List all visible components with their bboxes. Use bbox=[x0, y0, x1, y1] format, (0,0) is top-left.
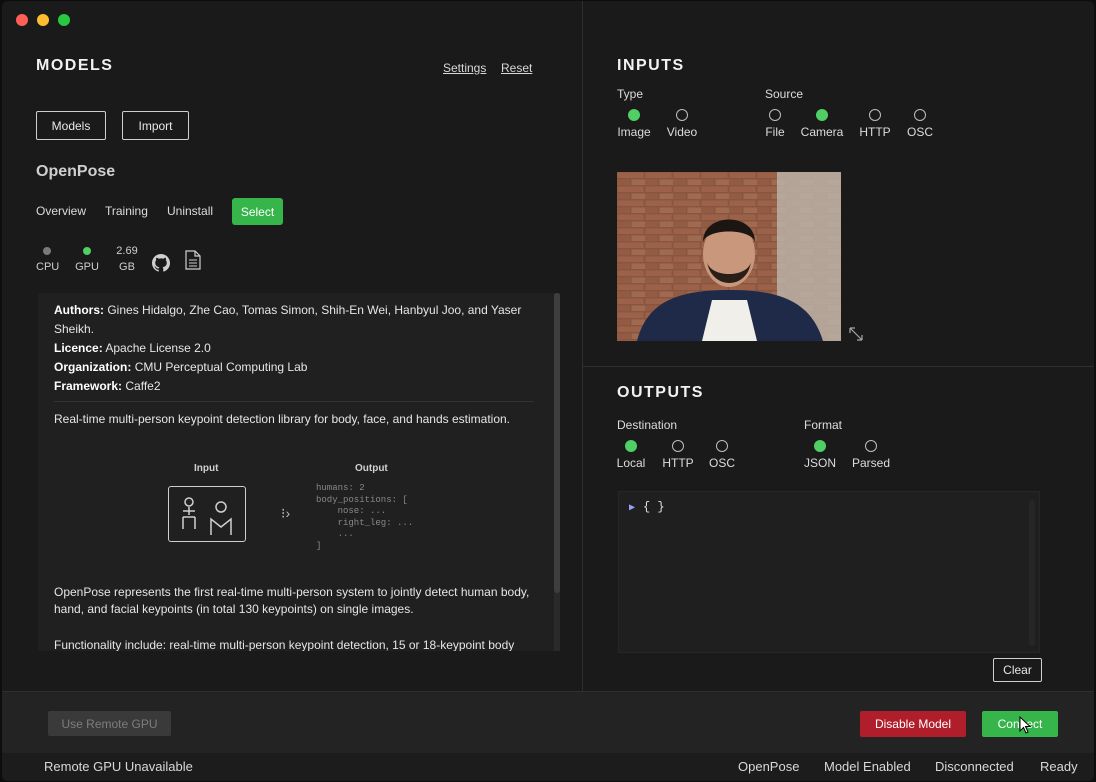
type-label: Type bbox=[617, 87, 644, 101]
organization-value: CMU Perceptual Computing Lab bbox=[134, 360, 308, 374]
tab-training[interactable]: Training bbox=[105, 204, 148, 218]
reset-link[interactable]: Reset bbox=[501, 61, 532, 75]
gpu-status-dot bbox=[83, 247, 91, 255]
radio-source-camera[interactable]: Camera bbox=[798, 109, 846, 139]
diagram-input-label: Input bbox=[194, 463, 219, 474]
tab-uninstall[interactable]: Uninstall bbox=[167, 204, 213, 218]
info-separator bbox=[54, 401, 534, 402]
radio-source-osc[interactable]: OSC bbox=[904, 109, 936, 139]
settings-link[interactable]: Settings bbox=[443, 61, 486, 75]
format-label: Format bbox=[804, 418, 843, 432]
gpu-label: GPU bbox=[75, 261, 99, 273]
people-image-icon bbox=[168, 486, 246, 542]
radio-format-parsed[interactable]: Parsed bbox=[850, 440, 892, 470]
bottom-toolbar: Use Remote GPU Disable Model Connect bbox=[2, 691, 1094, 753]
licence-label: Licence: bbox=[54, 341, 103, 355]
cpu-indicator: CPU bbox=[36, 247, 60, 273]
use-remote-gpu-button[interactable]: Use Remote GPU bbox=[48, 711, 171, 736]
arrow-right-icon: ⁝› bbox=[281, 505, 291, 521]
models-button[interactable]: Models bbox=[36, 111, 106, 140]
model-description: OpenPose represents the first real-time … bbox=[54, 585, 530, 616]
document-icon[interactable] bbox=[185, 250, 201, 270]
status-remote-gpu: Remote GPU Unavailable bbox=[44, 759, 193, 774]
radio-destination-http[interactable]: HTTP bbox=[659, 440, 697, 470]
import-button[interactable]: Import bbox=[122, 111, 189, 140]
mouse-cursor-icon bbox=[1019, 716, 1031, 734]
select-model-button[interactable]: Select bbox=[232, 198, 283, 225]
camera-preview bbox=[617, 172, 841, 341]
cpu-label: CPU bbox=[36, 261, 60, 273]
close-window-button[interactable] bbox=[16, 14, 28, 26]
disable-model-button[interactable]: Disable Model bbox=[860, 711, 966, 737]
diagram-output-code: humans: 2 body_positions: [ nose: ... ri… bbox=[316, 483, 414, 551]
radio-type-video[interactable]: Video bbox=[662, 109, 702, 139]
licence-value: Apache License 2.0 bbox=[105, 341, 211, 355]
info-scrollbar[interactable] bbox=[554, 293, 560, 651]
tab-overview[interactable]: Overview bbox=[36, 204, 86, 218]
status-bar: Remote GPU Unavailable OpenPose Model En… bbox=[2, 753, 1094, 781]
model-size: 2.69 GB bbox=[113, 243, 141, 275]
model-name: OpenPose bbox=[36, 163, 116, 180]
destination-label: Destination bbox=[617, 418, 678, 432]
models-title: MODELS bbox=[36, 57, 114, 74]
json-scrollbar[interactable] bbox=[1029, 500, 1035, 646]
radio-destination-local[interactable]: Local bbox=[614, 440, 648, 470]
size-value: 2.69 bbox=[116, 245, 138, 257]
expand-arrow-icon[interactable]: ▶ bbox=[629, 503, 635, 514]
app-window: MODELS Settings Reset Models Import Open… bbox=[2, 1, 1094, 781]
framework-value: Caffe2 bbox=[125, 379, 161, 393]
window-controls bbox=[16, 14, 70, 26]
radio-destination-osc[interactable]: OSC bbox=[706, 440, 738, 470]
json-root-node[interactable]: ▶ { } bbox=[629, 500, 665, 514]
inputs-title: INPUTS bbox=[617, 57, 685, 74]
status-connection: Disconnected bbox=[935, 759, 1014, 774]
json-output-viewer[interactable]: ▶ { } bbox=[618, 491, 1040, 653]
minimize-window-button[interactable] bbox=[37, 14, 49, 26]
model-info-panel[interactable]: Authors: Gines Hidalgo, Zhe Cao, Tomas S… bbox=[38, 293, 560, 651]
model-functionality: Functionality include: real-time multi-p… bbox=[54, 638, 515, 651]
expand-icon[interactable] bbox=[848, 326, 864, 342]
authors-value: Gines Hidalgo, Zhe Cao, Tomas Simon, Shi… bbox=[54, 303, 522, 336]
source-label: Source bbox=[765, 87, 804, 101]
size-unit: GB bbox=[119, 261, 135, 273]
diagram-output-label: Output bbox=[355, 463, 388, 474]
radio-source-http[interactable]: HTTP bbox=[856, 109, 894, 139]
zoom-window-button[interactable] bbox=[58, 14, 70, 26]
json-preview: { } bbox=[643, 500, 665, 514]
model-summary: Real-time multi-person keypoint detectio… bbox=[54, 412, 511, 426]
status-model-state: Model Enabled bbox=[824, 759, 911, 774]
framework-label: Framework: bbox=[54, 379, 123, 393]
right-panel-divider bbox=[583, 366, 1094, 367]
cpu-status-dot bbox=[43, 247, 51, 255]
gpu-indicator: GPU bbox=[75, 247, 99, 273]
organization-label: Organization: bbox=[54, 360, 132, 374]
model-metadata: Authors: Gines Hidalgo, Zhe Cao, Tomas S… bbox=[54, 301, 534, 396]
authors-label: Authors: bbox=[54, 303, 104, 317]
radio-format-json[interactable]: JSON bbox=[802, 440, 838, 470]
panel-divider bbox=[582, 1, 583, 691]
github-icon[interactable] bbox=[152, 254, 170, 272]
status-ready: Ready bbox=[1040, 759, 1078, 774]
radio-source-file[interactable]: File bbox=[760, 109, 790, 139]
radio-type-image[interactable]: Image bbox=[614, 109, 654, 139]
outputs-title: OUTPUTS bbox=[617, 384, 704, 401]
status-model: OpenPose bbox=[738, 759, 800, 774]
clear-button[interactable]: Clear bbox=[993, 658, 1042, 682]
